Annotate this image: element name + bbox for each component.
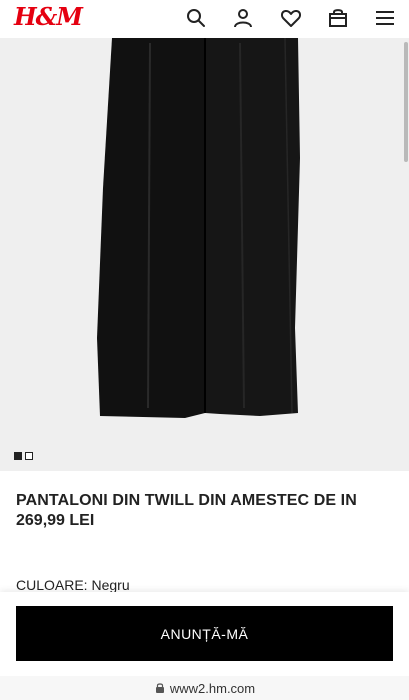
page-scrollbar[interactable] bbox=[404, 42, 408, 162]
notify-me-button[interactable]: ANUNȚĂ-MĂ bbox=[16, 606, 393, 661]
image-dot-1[interactable] bbox=[14, 452, 22, 460]
image-pagination bbox=[14, 452, 33, 460]
lock-icon bbox=[155, 683, 164, 693]
search-icon[interactable] bbox=[184, 6, 208, 30]
product-price: 269,99 LEI bbox=[16, 512, 95, 529]
image-dot-2[interactable] bbox=[25, 452, 33, 460]
browser-url-bar[interactable]: www2.hm.com bbox=[0, 676, 409, 700]
account-icon[interactable] bbox=[231, 6, 255, 30]
color-selector-label: CULOARE: Negru bbox=[16, 577, 130, 593]
url-text: www2.hm.com bbox=[169, 680, 256, 696]
color-value: Negru bbox=[91, 577, 130, 593]
sticky-action-bar: ANUNȚĂ-MĂ bbox=[0, 592, 409, 676]
hm-logo[interactable]: H&M bbox=[14, 2, 83, 31]
favorites-heart-icon[interactable] bbox=[279, 6, 303, 30]
site-header: H&M bbox=[0, 0, 409, 38]
menu-icon[interactable] bbox=[373, 6, 397, 30]
product-title: PANTALONI DIN TWILL DIN AMESTEC DE IN bbox=[16, 492, 357, 509]
product-photo-trousers bbox=[0, 38, 409, 471]
shopping-bag-icon[interactable] bbox=[326, 6, 350, 30]
color-label: CULOARE: bbox=[16, 577, 88, 593]
product-image[interactable] bbox=[0, 38, 409, 471]
